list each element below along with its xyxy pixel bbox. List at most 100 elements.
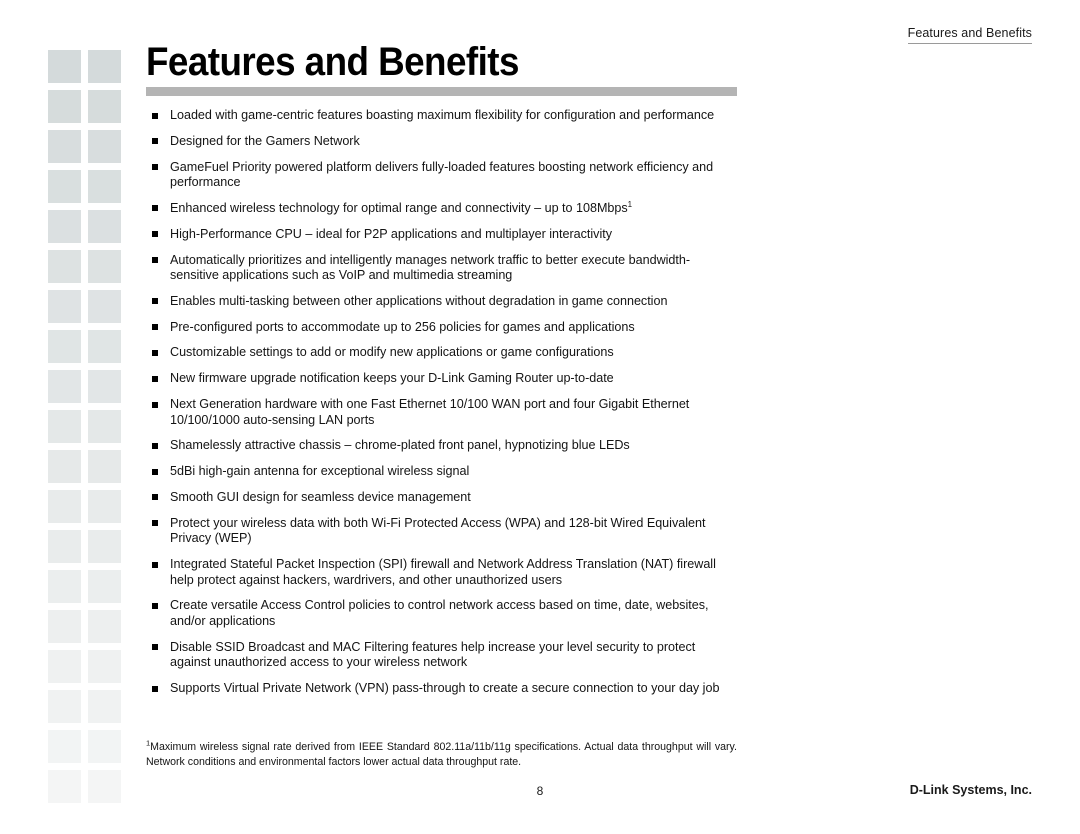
square-bullet-icon: [152, 644, 158, 651]
decorative-square: [88, 730, 121, 763]
footnote-reference-marker: 1: [627, 199, 633, 209]
square-bullet-icon: [152, 205, 158, 212]
footnote-text: Maximum wireless signal rate derived fro…: [146, 741, 737, 768]
square-bullet-icon: [152, 257, 158, 263]
feature-list-item: High-Performance CPU – ideal for P2P app…: [146, 227, 737, 243]
decorative-square: [48, 690, 81, 723]
feature-list-item: Create versatile Access Control policies…: [146, 598, 737, 629]
decorative-square: [88, 130, 121, 163]
decorative-square: [88, 210, 121, 243]
square-bullet-icon: [152, 349, 158, 356]
feature-list-item: Smooth GUI design for seamless device ma…: [146, 490, 737, 506]
feature-list-item: Automatically prioritizes and intelligen…: [146, 253, 737, 284]
feature-text: Next Generation hardware with one Fast E…: [170, 397, 690, 427]
square-bullet-icon: [152, 401, 158, 408]
decorative-square: [48, 730, 81, 763]
decorative-square: [88, 450, 121, 483]
decorative-square: [48, 330, 81, 363]
decorative-square-grid: [48, 50, 122, 803]
square-bullet-icon: [152, 468, 158, 475]
feature-text: Protect your wireless data with both Wi-…: [170, 515, 706, 546]
decorative-square: [88, 490, 121, 523]
square-bullet-icon: [152, 561, 158, 568]
feature-text: Create versatile Access Control policies…: [170, 598, 709, 629]
feature-list-item: Enhanced wireless technology for optimal…: [146, 199, 737, 217]
feature-text: Customizable settings to add or modify n…: [170, 345, 614, 360]
decorative-square: [88, 290, 121, 323]
decorative-square: [48, 50, 81, 83]
square-bullet-icon: [152, 602, 158, 609]
page-title: Features and Benefits: [146, 40, 519, 84]
feature-list: Loaded with game-centric features boasti…: [146, 108, 737, 697]
decorative-square: [48, 130, 81, 163]
footnote: 1Maximum wireless signal rate derived fr…: [146, 739, 737, 770]
feature-text: Designed for the Gamers Network: [170, 133, 360, 148]
feature-list-item: Next Generation hardware with one Fast E…: [146, 397, 737, 428]
decorative-square: [48, 650, 81, 683]
feature-list-item: New firmware upgrade notification keeps …: [146, 371, 737, 387]
square-bullet-icon: [152, 324, 158, 331]
square-bullet-icon: [152, 685, 158, 692]
feature-list-item: Shamelessly attractive chassis – chrome-…: [146, 438, 737, 454]
feature-text: 5dBi high-gain antenna for exceptional w…: [170, 464, 470, 479]
feature-list-item: Enables multi-tasking between other appl…: [146, 294, 737, 310]
decorative-square: [48, 90, 81, 123]
feature-list-item: Designed for the Gamers Network: [146, 134, 737, 150]
feature-list-item: Protect your wireless data with both Wi-…: [146, 516, 737, 547]
feature-text: Automatically prioritizes and intelligen…: [170, 252, 691, 283]
feature-list-item: Supports Virtual Private Network (VPN) p…: [146, 681, 737, 697]
decorative-square: [48, 370, 81, 403]
feature-list-item: 5dBi high-gain antenna for exceptional w…: [146, 464, 737, 480]
decorative-square: [48, 530, 81, 563]
decorative-square: [88, 410, 121, 443]
decorative-square: [48, 410, 81, 443]
feature-text: Integrated Stateful Packet Inspection (S…: [170, 557, 716, 587]
feature-text: Enables multi-tasking between other appl…: [170, 293, 668, 308]
decorative-square: [48, 170, 81, 203]
feature-list-item: Pre-configured ports to accommodate up t…: [146, 320, 737, 336]
decorative-square: [48, 490, 81, 523]
decorative-square: [48, 610, 81, 643]
feature-list-item: GameFuel Priority powered platform deliv…: [146, 160, 737, 191]
decorative-square: [88, 650, 121, 683]
feature-text: Disable SSID Broadcast and MAC Filtering…: [170, 639, 696, 670]
square-bullet-icon: [152, 442, 158, 449]
feature-text: Pre-configured ports to accommodate up t…: [170, 319, 635, 334]
square-bullet-icon: [152, 494, 158, 501]
decorative-square: [88, 530, 121, 563]
feature-list-item: Loaded with game-centric features boasti…: [146, 108, 737, 124]
decorative-square: [88, 570, 121, 603]
feature-text: GameFuel Priority powered platform deliv…: [170, 159, 714, 190]
decorative-square: [88, 330, 121, 363]
square-bullet-icon: [152, 231, 158, 238]
decorative-square: [88, 610, 121, 643]
square-bullet-icon: [152, 138, 158, 145]
decorative-square: [48, 250, 81, 283]
feature-text: High-Performance CPU – ideal for P2P app…: [170, 226, 612, 241]
square-bullet-icon: [152, 112, 158, 119]
square-bullet-icon: [152, 520, 158, 527]
main-content: Features and Benefits Loaded with game-c…: [146, 40, 737, 707]
square-bullet-icon: [152, 298, 158, 305]
decorative-square: [48, 450, 81, 483]
decorative-square: [88, 250, 121, 283]
running-header: Features and Benefits: [907, 26, 1032, 44]
footer-company-name: D-Link Systems, Inc.: [909, 783, 1032, 797]
feature-list-item: Customizable settings to add or modify n…: [146, 345, 737, 361]
feature-list-item: Disable SSID Broadcast and MAC Filtering…: [146, 640, 737, 671]
decorative-square: [88, 170, 121, 203]
decorative-square: [88, 50, 121, 83]
decorative-square: [48, 290, 81, 323]
decorative-square: [88, 370, 121, 403]
feature-text: Loaded with game-centric features boasti…: [170, 108, 715, 122]
title-underline-rule: [146, 87, 737, 96]
decorative-square: [48, 570, 81, 603]
feature-text: New firmware upgrade notification keeps …: [170, 371, 614, 386]
square-bullet-icon: [152, 375, 158, 382]
feature-text: Supports Virtual Private Network (VPN) p…: [170, 681, 720, 696]
square-bullet-icon: [152, 164, 158, 171]
decorative-square: [88, 90, 121, 123]
feature-text: Smooth GUI design for seamless device ma…: [170, 489, 471, 504]
decorative-square: [48, 210, 81, 243]
feature-text: Enhanced wireless technology for optimal…: [170, 199, 633, 215]
